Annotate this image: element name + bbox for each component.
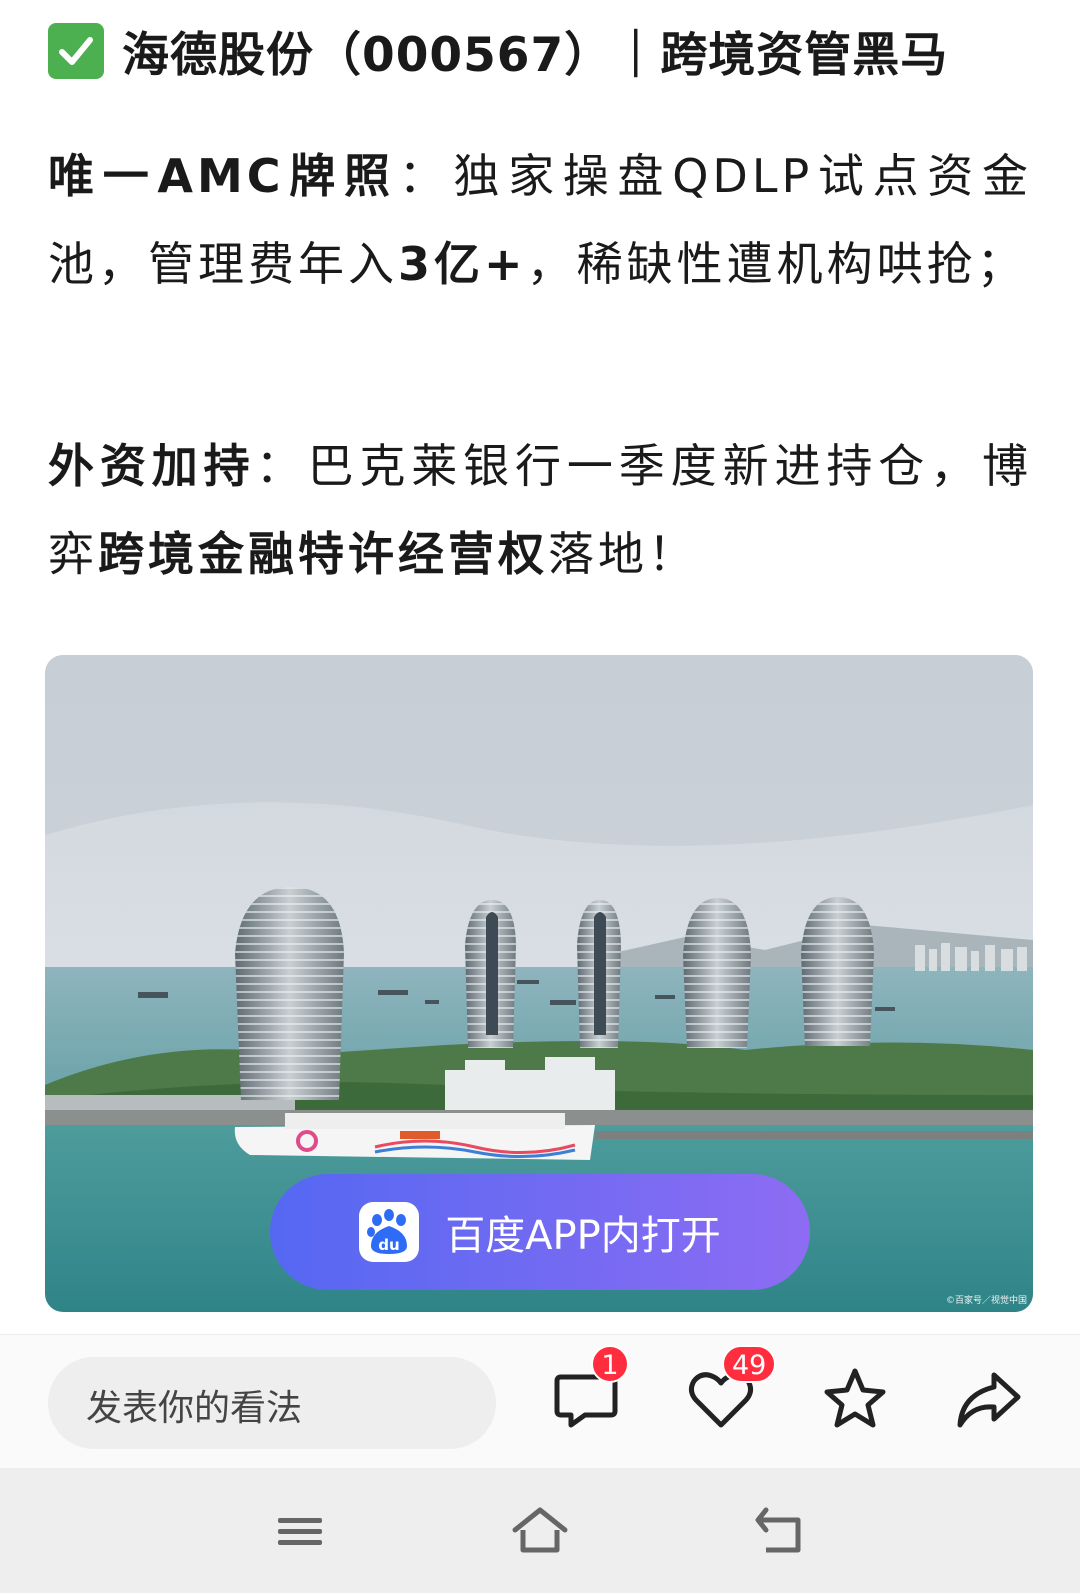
p2-label: 外资加持 [48,439,256,493]
back-icon [755,1507,801,1553]
svg-text:du: du [378,1236,399,1254]
p2-highlight: 跨境金融特许经营权 [98,527,548,581]
back-button[interactable] [752,1500,808,1564]
menu-button[interactable] [274,1500,326,1564]
open-in-app-label: 百度APP内打开 [445,1213,721,1259]
p1-sep: ： [398,149,454,203]
menu-icon [278,1518,322,1545]
home-button[interactable] [509,1500,571,1564]
like-count-badge: 49 [722,1345,777,1383]
favorite-button[interactable] [820,1365,890,1435]
comment-count-badge: 1 [591,1345,629,1383]
comment-placeholder: 发表你的看法 [86,1388,303,1429]
comment-button[interactable]: 1 [551,1345,629,1435]
photo-credit: ©百家号／视觉中国 [945,1296,1027,1306]
star-icon [824,1368,886,1428]
system-nav-bar [0,1468,1080,1593]
title-text: 海德股份（000567）｜跨境资管黑马 [122,28,949,83]
share-icon [957,1372,1021,1428]
p2-sep: ： [255,439,308,493]
home-icon [512,1507,568,1553]
p1-text2: ，稀缺性遭机构哄抢； [526,237,1027,291]
paragraph-amc-license: 唯一AMC牌照：独家操盘QDLP试点资金池，管理费年入3亿+，稀缺性遭机构哄抢； [48,132,1032,308]
share-button[interactable] [954,1365,1024,1435]
paragraph-foreign-capital: 外资加持：巴克莱银行一季度新进持仓，博弈跨境金融特许经营权落地！ [48,422,1032,598]
open-in-baidu-app-button[interactable]: du 百度APP内打开 [270,1174,810,1290]
p1-label: 唯一AMC牌照 [48,149,399,203]
comment-input[interactable]: 发表你的看法 [48,1357,496,1449]
action-bar: 发表你的看法 1 49 [0,1334,1080,1469]
p2-text2: 落地！ [548,527,698,581]
baidu-paw-icon: du [359,1202,420,1262]
check-mark-icon [48,23,104,79]
article-title: 海德股份（000567）｜跨境资管黑马 [48,20,1048,92]
p1-highlight: 3亿+ [398,237,527,291]
like-button[interactable]: 49 [686,1345,777,1435]
